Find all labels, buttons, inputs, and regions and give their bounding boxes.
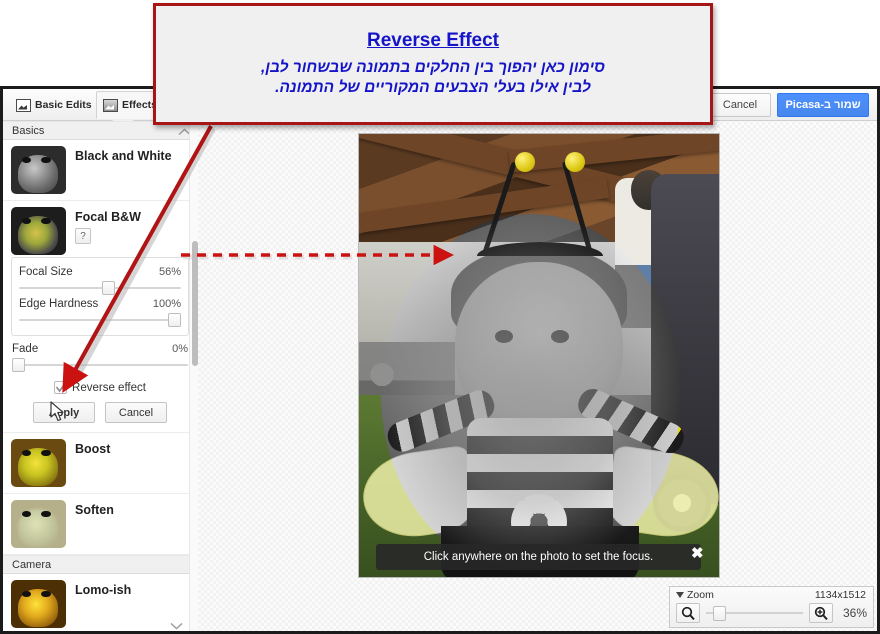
frog-lomo-thumb	[11, 580, 66, 628]
close-icon[interactable]: ✖	[691, 546, 873, 561]
panel-cancel-button[interactable]: Cancel	[105, 402, 167, 423]
edge-hardness-label: Edge Hardness	[19, 298, 98, 310]
frog-focal-bw-thumb	[11, 207, 66, 255]
effect-soften[interactable]: Soften	[3, 494, 197, 555]
image-dimensions: 1134x1512	[815, 589, 866, 601]
annotation-body-line-2: לבין אילו בעלי הצבעים המקוריים של התמונה…	[275, 78, 591, 98]
effects-panel-scrollbar-thumb[interactable]	[192, 241, 198, 366]
zoom-slider-knob[interactable]	[713, 606, 726, 621]
photo-antenna-ball-right	[565, 152, 585, 172]
annotation-title: Reverse Effect	[367, 30, 499, 52]
zoom-slider[interactable]	[706, 605, 803, 621]
effect-focal-bw-label: Focal B&W	[75, 210, 141, 224]
zoom-percent-value: 36%	[839, 606, 867, 620]
section-header-basics-label: Basics	[12, 125, 44, 137]
effect-focal-bw[interactable]: Focal B&W ?	[3, 201, 197, 255]
edge-hardness-slider-knob[interactable]	[168, 313, 181, 327]
effect-lomo-ish[interactable]: Lomo-ish	[3, 574, 197, 631]
reverse-effect-label: Reverse effect	[72, 382, 146, 394]
zoom-bar-header: Zoom 1134x1512	[670, 587, 873, 601]
focal-size-row: Focal Size 56%	[19, 266, 181, 278]
cancel-button[interactable]: Cancel	[709, 93, 771, 117]
frog-bw-thumb	[11, 146, 66, 194]
mouse-cursor-icon	[50, 401, 67, 423]
tab-effects-label: Effects	[122, 99, 157, 111]
tab-basic-edits[interactable]: Basic Edits	[9, 91, 101, 119]
picasa-editor-screenshot: Basic Edits Effects Cancel שמור ב-Picasa…	[0, 0, 880, 634]
annotation-body-line-1: סימון כאן יהפוך בין החלקים בתמונה שבשחור…	[261, 58, 605, 78]
effect-black-and-white-label: Black and White	[75, 149, 172, 163]
frog-soften-thumb	[11, 500, 66, 548]
zoom-label: Zoom	[687, 589, 714, 601]
help-icon[interactable]: ?	[75, 228, 91, 244]
focal-size-value: 56%	[159, 266, 181, 278]
fade-row: Fade 0%	[12, 343, 188, 355]
section-header-camera-label: Camera	[12, 559, 51, 571]
effects-panel: Basics Black and White Focal B&W ?	[3, 121, 198, 631]
effect-boost[interactable]: Boost	[3, 432, 197, 494]
fade-slider-knob[interactable]	[12, 358, 25, 372]
effect-black-and-white[interactable]: Black and White	[3, 140, 197, 201]
tab-basic-edits-label: Basic Edits	[35, 99, 92, 111]
focal-size-slider[interactable]	[19, 281, 181, 295]
edge-hardness-slider-track	[19, 319, 181, 321]
fade-value: 0%	[172, 343, 188, 355]
chevron-down-icon[interactable]	[170, 617, 183, 625]
fade-control: Fade 0%	[12, 343, 188, 372]
reverse-effect-row[interactable]: Reverse effect	[3, 381, 197, 394]
zoom-dropdown-toggle[interactable]: Zoom	[676, 589, 714, 601]
zoom-bar-body: 36%	[670, 601, 873, 623]
magnifier-plus-icon[interactable]	[809, 603, 833, 623]
focal-action-buttons: Apply Cancel	[3, 402, 197, 432]
magnifier-minus-icon[interactable]	[676, 603, 700, 623]
effect-soften-label: Soften	[75, 503, 114, 517]
edge-hardness-row: Edge Hardness 100%	[19, 298, 181, 310]
focal-size-slider-track	[19, 287, 181, 289]
effect-lomo-ish-label: Lomo-ish	[75, 583, 131, 597]
frog-boost-thumb	[11, 439, 66, 487]
section-header-camera[interactable]: Camera	[3, 555, 197, 574]
photo-focus-hint-label: Click anywhere on the photo to set the f…	[424, 551, 654, 563]
edge-hardness-slider[interactable]	[19, 313, 181, 327]
edge-hardness-value: 100%	[153, 298, 181, 310]
save-to-picasa-button[interactable]: שמור ב-Picasa	[777, 93, 869, 117]
focal-size-label: Focal Size	[19, 266, 73, 278]
photo-focus-hint: Click anywhere on the photo to set the f…	[376, 544, 701, 570]
image-edit-icon	[16, 99, 31, 112]
zoom-bar: Zoom 1134x1512 36%	[669, 586, 874, 628]
photo-canvas[interactable]	[358, 133, 720, 578]
focal-controls-box: Focal Size 56% Edge Hardness 100%	[11, 257, 189, 336]
focal-size-slider-knob[interactable]	[102, 281, 115, 295]
fade-label: Fade	[12, 343, 38, 355]
annotation-callout: Reverse Effect סימון כאן יהפוך בין החלקי…	[153, 3, 713, 125]
chevron-down-icon	[676, 592, 684, 598]
effects-panel-scrollbar[interactable]	[189, 121, 198, 631]
effect-boost-label: Boost	[75, 442, 110, 456]
fade-slider-track	[12, 364, 188, 366]
photo-focal-grayscale-region	[381, 214, 681, 574]
photo-antenna-ball-left	[515, 152, 535, 172]
reverse-effect-checkbox[interactable]	[54, 381, 67, 394]
fade-slider[interactable]	[12, 358, 188, 372]
effects-image-icon	[103, 99, 118, 112]
